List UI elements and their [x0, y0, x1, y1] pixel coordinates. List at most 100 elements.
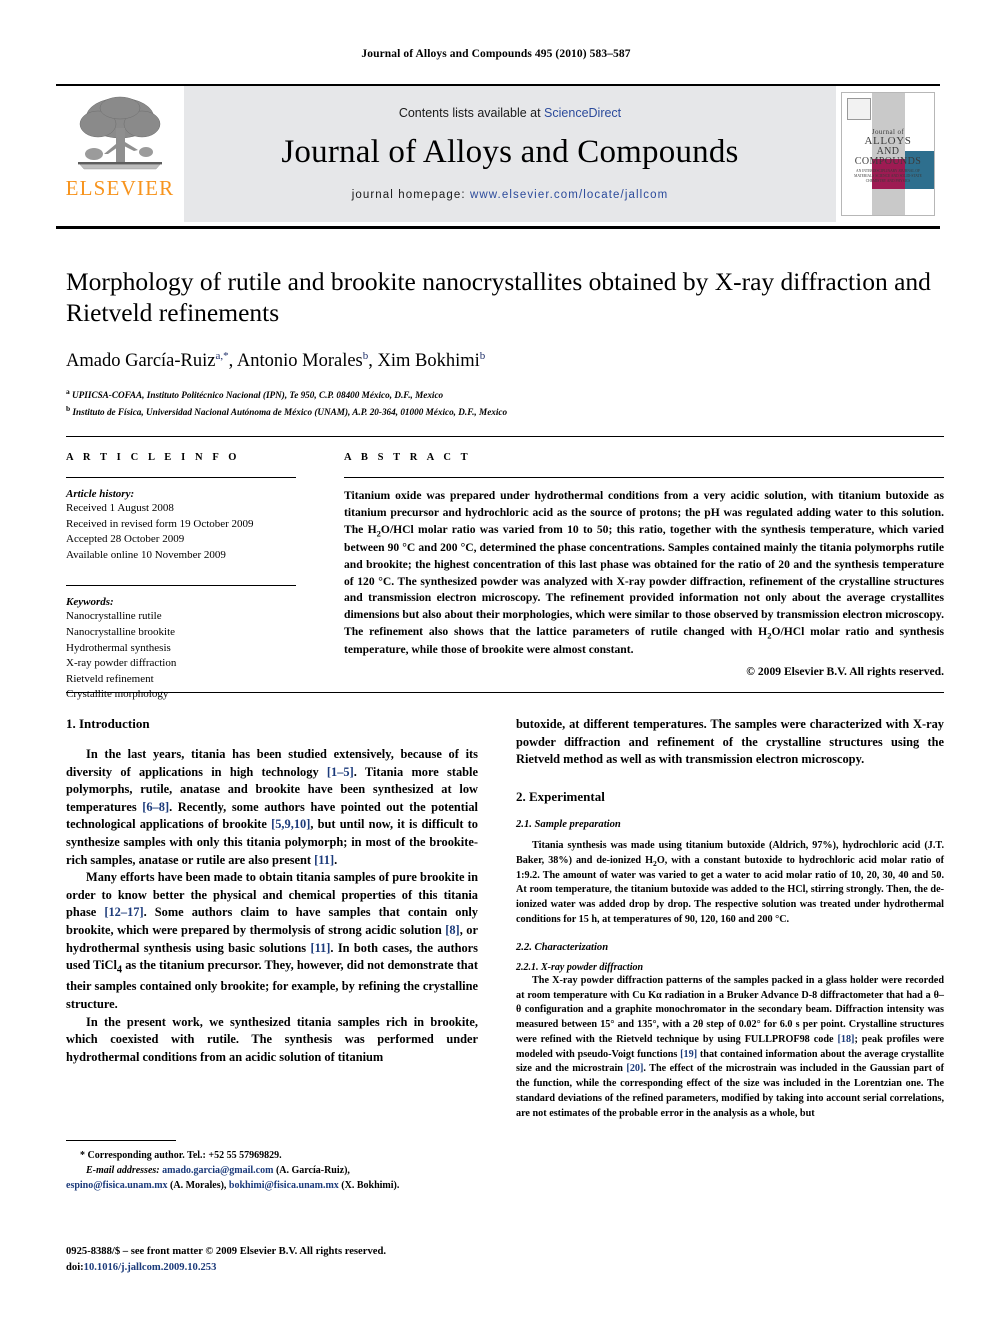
info-bottom-rule: [66, 692, 944, 693]
info-top-rule: [66, 436, 944, 437]
journal-homepage-line: journal homepage: www.elsevier.com/locat…: [352, 189, 669, 201]
text-run: .: [334, 852, 338, 867]
author-marks[interactable]: b: [480, 350, 486, 362]
author-name: Xim Bokhimi: [377, 351, 480, 372]
keyword-item: Hydrothermal synthesis: [66, 641, 171, 654]
elsevier-logo: ELSEVIER: [56, 86, 184, 222]
article-info-column: A R T I C L E I N F O Article history: R…: [66, 452, 296, 703]
affiliation-text: UPIICSA-COFAA, Instituto Politécnico Nac…: [72, 390, 444, 401]
author-name: Antonio Morales: [236, 351, 363, 372]
journal-title: Journal of Alloys and Compounds: [281, 133, 739, 170]
email-link-bokhimi[interactable]: bokhimi@fisica.unam.mx: [229, 1180, 339, 1191]
article-history-label: Article history:: [66, 488, 135, 500]
citation-ref[interactable]: [20]: [626, 1063, 643, 1074]
cover-line-4: AN INTERDISCIPLINARY JOURNAL OF MATERIAL…: [854, 169, 922, 183]
cover-publisher-logo-icon: [847, 98, 871, 120]
abstract-heading: A B S T R A C T: [344, 452, 472, 463]
article-info-heading: A R T I C L E I N F O: [66, 452, 241, 463]
subsubsection-heading-xrd: 2.2.1. X-ray powder diffraction: [516, 961, 644, 973]
keyword-item: Nanocrystalline brookite: [66, 626, 176, 639]
cover-title-text: Journal of ALLOYS AND COMPOUNDS AN INTER…: [846, 129, 930, 184]
author-marks[interactable]: b: [363, 350, 369, 362]
affiliation-a: a UPIICSA-COFAA, Instituto Politécnico N…: [66, 386, 946, 403]
contents-available-line: Contents lists available at ScienceDirec…: [399, 106, 621, 120]
cover-gray-bottom: [872, 189, 905, 215]
journal-masthead: ELSEVIER Contents lists available at Sci…: [56, 84, 940, 222]
doi-label: doi:: [66, 1262, 84, 1274]
author-list: Amado García-Ruiza,*, Antonio Moralesb, …: [66, 350, 486, 372]
email-owner: (A. Morales),: [167, 1180, 227, 1191]
body-column-right: butoxide, at different temperatures. The…: [516, 716, 944, 1122]
journal-band: Contents lists available at ScienceDirec…: [184, 86, 836, 222]
citation-ref[interactable]: [11]: [310, 941, 330, 955]
abstract-text: Titanium oxide was prepared under hydrot…: [344, 488, 944, 659]
title-block: Morphology of rutile and brookite nanocr…: [66, 266, 946, 420]
footnote-email-line: E-mail addresses: amado.garcia@gmail.com…: [66, 1163, 486, 1178]
citation-ref[interactable]: [18]: [837, 1034, 854, 1045]
sample-preparation-paragraph: Titania synthesis was made using titaniu…: [516, 839, 944, 928]
page-title: Morphology of rutile and brookite nanocr…: [66, 267, 931, 328]
history-item: Received 1 August 2008: [66, 502, 174, 514]
subsection-heading-sample-preparation: 2.1. Sample preparation: [516, 818, 621, 830]
email-addresses-label: E-mail addresses:: [86, 1165, 160, 1176]
email-link-garcia[interactable]: amado.garcia@gmail.com: [162, 1165, 273, 1176]
abstract-column: A B S T R A C T Titanium oxide was prepa…: [344, 452, 944, 678]
abstract-part-2: O/HCl molar ratio was varied from 10 to …: [344, 522, 945, 639]
cover-image: Journal of ALLOYS AND COMPOUNDS AN INTER…: [841, 92, 935, 216]
affiliation-text: Instituto de Física, Universidad Naciona…: [72, 407, 508, 418]
citation-ref[interactable]: [1–5]: [327, 765, 354, 779]
abstract-divider: [344, 477, 944, 478]
section-heading-experimental: 2. Experimental: [516, 788, 605, 804]
info-divider: [66, 477, 296, 478]
author-name: Amado García-Ruiz: [66, 351, 216, 372]
journal-cover-thumbnail: Journal of ALLOYS AND COMPOUNDS AN INTER…: [836, 86, 940, 222]
citation-ref[interactable]: [6–8]: [142, 800, 169, 814]
citation-ref[interactable]: [11]: [314, 853, 334, 867]
elsevier-wordmark: ELSEVIER: [65, 176, 175, 200]
keyword-item: Crystallite morphology: [66, 688, 169, 701]
subsection-heading-characterization: 2.2. Characterization: [516, 941, 609, 953]
citation-ref[interactable]: [19]: [680, 1049, 697, 1060]
citation-ref[interactable]: [5,9,10]: [271, 817, 310, 831]
history-item: Available online 10 November 2009: [66, 548, 226, 561]
citation-ref[interactable]: [12–17]: [104, 905, 143, 919]
abstract-copyright: © 2009 Elsevier B.V. All rights reserved…: [746, 665, 944, 679]
citation-ref[interactable]: [8]: [445, 923, 459, 937]
intro-continuation-paragraph: butoxide, at different temperatures. The…: [516, 717, 944, 767]
keyword-item: Rietveld refinement: [66, 672, 154, 685]
author-marks[interactable]: a,*: [215, 350, 228, 362]
keyword-item: X-ray powder diffraction: [66, 657, 177, 670]
sciencedirect-link[interactable]: ScienceDirect: [544, 106, 621, 120]
intro-paragraph-2: Many efforts have been made to obtain ti…: [66, 869, 478, 1013]
running-head: Journal of Alloys and Compounds 495 (201…: [361, 48, 631, 60]
keywords-divider: [66, 585, 296, 587]
affiliation-mark: b: [66, 404, 71, 414]
footnote-rule: [66, 1140, 176, 1141]
corresponding-author-footnote: * Corresponding author. Tel.: +52 55 579…: [66, 1148, 486, 1193]
keywords-label: Keywords:: [66, 596, 114, 609]
cover-line-3: AND COMPOUNDS: [854, 146, 922, 167]
doi-link[interactable]: 10.1016/j.jallcom.2009.10.253: [84, 1262, 217, 1273]
homepage-label: journal homepage:: [351, 188, 466, 201]
paper-page: Journal of Alloys and Compounds 495 (201…: [0, 0, 992, 1323]
issn-copyright-line: 0925-8388/$ – see front matter © 2009 El…: [66, 1246, 386, 1257]
footnote-tel-line: * Corresponding author. Tel.: +52 55 579…: [80, 1150, 282, 1161]
intro-paragraph-1: In the last years, titania has been stud…: [66, 746, 478, 869]
masthead-bottom-rule: [56, 226, 940, 229]
email-owner: (X. Bokhimi).: [338, 1180, 400, 1191]
keywords-block: Keywords: Nanocrystalline rutile Nanocry…: [66, 585, 296, 703]
contents-prefix: Contents lists available at: [398, 105, 545, 120]
doi-line: doi:10.1016/j.jallcom.2009.10.253: [66, 1260, 526, 1276]
history-item: Received in revised form 19 October 2009: [66, 517, 254, 530]
body-column-left: 1. Introduction In the last years, titan…: [66, 716, 478, 1066]
affiliation-mark: a: [66, 387, 70, 397]
history-item: Accepted 28 October 2009: [66, 533, 185, 546]
intro-paragraph-3: In the present work, we synthesized tita…: [66, 1014, 478, 1064]
section-heading-introduction: 1. Introduction: [66, 716, 150, 731]
footnote-email-line-2: espino@fisica.unam.mx (A. Morales), bokh…: [66, 1178, 486, 1193]
homepage-url-link[interactable]: www.elsevier.com/locate/jallcom: [470, 189, 668, 201]
email-link-morales[interactable]: espino@fisica.unam.mx: [66, 1180, 168, 1191]
text-run: as the titanium precursor. They, however…: [66, 958, 478, 1012]
